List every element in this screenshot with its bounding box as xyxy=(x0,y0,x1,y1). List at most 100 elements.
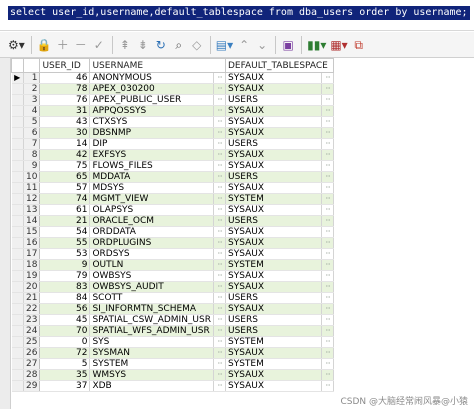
cell-tablespace-ellipsis[interactable]: ··· xyxy=(321,281,334,293)
cell-user-id[interactable]: 45 xyxy=(39,314,91,326)
table-row[interactable]: 17 53 ORDSYS ··· SYSAUX ··· xyxy=(11,248,334,260)
table-row[interactable]: 26 72 SYSMAN ··· SYSAUX ··· xyxy=(11,347,334,359)
cell-tablespace-ellipsis[interactable]: ··· xyxy=(321,138,334,150)
column-header-user-id[interactable]: USER_ID xyxy=(39,58,91,73)
cell-user-id[interactable]: 46 xyxy=(39,72,91,84)
cell-username[interactable]: CTXSYS xyxy=(89,116,214,128)
row-number[interactable]: 25 xyxy=(23,336,41,348)
cell-default-tablespace[interactable]: SYSAUX xyxy=(225,105,322,117)
cell-user-id[interactable]: 0 xyxy=(39,336,91,348)
cell-default-tablespace[interactable]: SYSAUX xyxy=(225,226,322,238)
row-number[interactable]: 17 xyxy=(23,248,41,260)
cell-username[interactable]: DBSNMP xyxy=(89,127,214,139)
table-row[interactable]: 14 21 ORACLE_OCM ··· USERS ··· xyxy=(11,215,334,227)
cell-user-id[interactable]: 84 xyxy=(39,292,91,304)
row-number[interactable]: 27 xyxy=(23,358,41,370)
table-row[interactable]: 10 65 MDDATA ··· USERS ··· xyxy=(11,171,334,183)
cell-username-ellipsis[interactable]: ··· xyxy=(213,369,226,381)
cell-username-ellipsis[interactable]: ··· xyxy=(213,226,226,238)
cell-username-ellipsis[interactable]: ··· xyxy=(213,380,226,392)
table-row[interactable]: 20 83 OWBSYS_AUDIT ··· SYSAUX ··· xyxy=(11,281,334,293)
cell-default-tablespace[interactable]: SYSAUX xyxy=(225,160,322,172)
eraser-icon[interactable]: ◇ xyxy=(190,35,204,55)
table-row[interactable]: 3 76 APEX_PUBLIC_USER ··· USERS ··· xyxy=(11,94,334,106)
cell-default-tablespace[interactable]: SYSTEM xyxy=(225,193,322,205)
row-number[interactable]: 24 xyxy=(23,325,41,337)
cell-username-ellipsis[interactable]: ··· xyxy=(213,303,226,315)
cell-tablespace-ellipsis[interactable]: ··· xyxy=(321,160,334,172)
cell-user-id[interactable]: 21 xyxy=(39,215,91,227)
cell-tablespace-ellipsis[interactable]: ··· xyxy=(321,259,334,271)
cell-username-ellipsis[interactable]: ··· xyxy=(213,182,226,194)
cell-user-id[interactable]: 74 xyxy=(39,193,91,205)
cell-tablespace-ellipsis[interactable]: ··· xyxy=(321,215,334,227)
cell-user-id[interactable]: 83 xyxy=(39,281,91,293)
row-number[interactable]: 7 xyxy=(23,138,41,150)
cell-tablespace-ellipsis[interactable]: ··· xyxy=(321,171,334,183)
row-number[interactable]: 19 xyxy=(23,270,41,282)
cell-username[interactable]: DIP xyxy=(89,138,214,150)
cell-username[interactable]: SI_INFORMTN_SCHEMA xyxy=(89,303,214,315)
save-icon[interactable]: ▣ xyxy=(281,35,295,55)
row-number[interactable]: 23 xyxy=(23,314,41,326)
fetch-all-icon[interactable]: ⇟ xyxy=(136,35,150,55)
cell-tablespace-ellipsis[interactable]: ··· xyxy=(321,303,334,315)
table-row[interactable]: 21 84 SCOTT ··· USERS ··· xyxy=(11,292,334,304)
cell-username[interactable]: EXFSYS xyxy=(89,149,214,161)
table-row[interactable]: 15 54 ORDDATA ··· SYSAUX ··· xyxy=(11,226,334,238)
cell-username-ellipsis[interactable]: ··· xyxy=(213,281,226,293)
table-row[interactable]: 29 37 XDB ··· SYSAUX ··· xyxy=(11,380,334,392)
cell-default-tablespace[interactable]: USERS xyxy=(225,314,322,326)
cell-user-id[interactable]: 42 xyxy=(39,149,91,161)
cell-tablespace-ellipsis[interactable]: ··· xyxy=(321,226,334,238)
row-number[interactable]: 29 xyxy=(23,380,41,392)
export-icon[interactable]: ⧉ xyxy=(352,35,366,55)
row-number[interactable]: 18 xyxy=(23,259,41,271)
cell-default-tablespace[interactable]: USERS xyxy=(225,171,322,183)
refresh-icon[interactable]: ↻ xyxy=(154,35,168,55)
table-row[interactable]: 11 57 MDSYS ··· SYSAUX ··· xyxy=(11,182,334,194)
cell-username-ellipsis[interactable]: ··· xyxy=(213,358,226,370)
cell-username[interactable]: OWBSYS_AUDIT xyxy=(89,281,214,293)
cell-tablespace-ellipsis[interactable]: ··· xyxy=(321,336,334,348)
row-number[interactable]: 11 xyxy=(23,182,41,194)
cell-user-id[interactable]: 43 xyxy=(39,116,91,128)
cell-username[interactable]: OUTLN xyxy=(89,259,214,271)
cell-default-tablespace[interactable]: SYSAUX xyxy=(225,127,322,139)
cell-user-id[interactable]: 76 xyxy=(39,94,91,106)
post-changes-icon[interactable]: ✓ xyxy=(92,35,106,55)
cell-tablespace-ellipsis[interactable]: ··· xyxy=(321,380,334,392)
cell-default-tablespace[interactable]: SYSAUX xyxy=(225,380,322,392)
cell-username-ellipsis[interactable]: ··· xyxy=(213,105,226,117)
cell-username-ellipsis[interactable]: ··· xyxy=(213,248,226,260)
cell-user-id[interactable]: 5 xyxy=(39,358,91,370)
row-number[interactable]: 22 xyxy=(23,303,41,315)
cell-username[interactable]: MGMT_VIEW xyxy=(89,193,214,205)
filter-icon[interactable]: ▤▾ xyxy=(216,35,233,55)
cell-tablespace-ellipsis[interactable]: ··· xyxy=(321,325,334,337)
table-row[interactable]: 7 14 DIP ··· USERS ··· xyxy=(11,138,334,150)
table-row[interactable]: 6 30 DBSNMP ··· SYSAUX ··· xyxy=(11,127,334,139)
cell-default-tablespace[interactable]: USERS xyxy=(225,215,322,227)
table-row[interactable]: 8 42 EXFSYS ··· SYSAUX ··· xyxy=(11,149,334,161)
cell-default-tablespace[interactable]: USERS xyxy=(225,292,322,304)
cell-username-ellipsis[interactable]: ··· xyxy=(213,270,226,282)
cell-username[interactable]: OWBSYS xyxy=(89,270,214,282)
table-row[interactable]: 27 5 SYSTEM ··· SYSTEM ··· xyxy=(11,358,334,370)
sql-editor[interactable]: select user_id,username,default_tablespa… xyxy=(0,0,474,31)
cell-default-tablespace[interactable]: USERS xyxy=(225,94,322,106)
cell-username-ellipsis[interactable]: ··· xyxy=(213,259,226,271)
cell-user-id[interactable]: 54 xyxy=(39,226,91,238)
cell-user-id[interactable]: 9 xyxy=(39,259,91,271)
cell-default-tablespace[interactable]: SYSAUX xyxy=(225,237,322,249)
cell-user-id[interactable]: 14 xyxy=(39,138,91,150)
add-row-icon[interactable]: ＋ xyxy=(56,35,70,55)
table-row[interactable]: 24 70 SPATIAL_WFS_ADMIN_USR ··· USERS ··· xyxy=(11,325,334,337)
row-number[interactable]: 4 xyxy=(23,105,41,117)
cell-user-id[interactable]: 72 xyxy=(39,347,91,359)
cell-user-id[interactable]: 53 xyxy=(39,248,91,260)
row-number[interactable]: 20 xyxy=(23,281,41,293)
cell-user-id[interactable]: 30 xyxy=(39,127,91,139)
row-number[interactable]: 5 xyxy=(23,116,41,128)
cell-username[interactable]: XDB xyxy=(89,380,214,392)
